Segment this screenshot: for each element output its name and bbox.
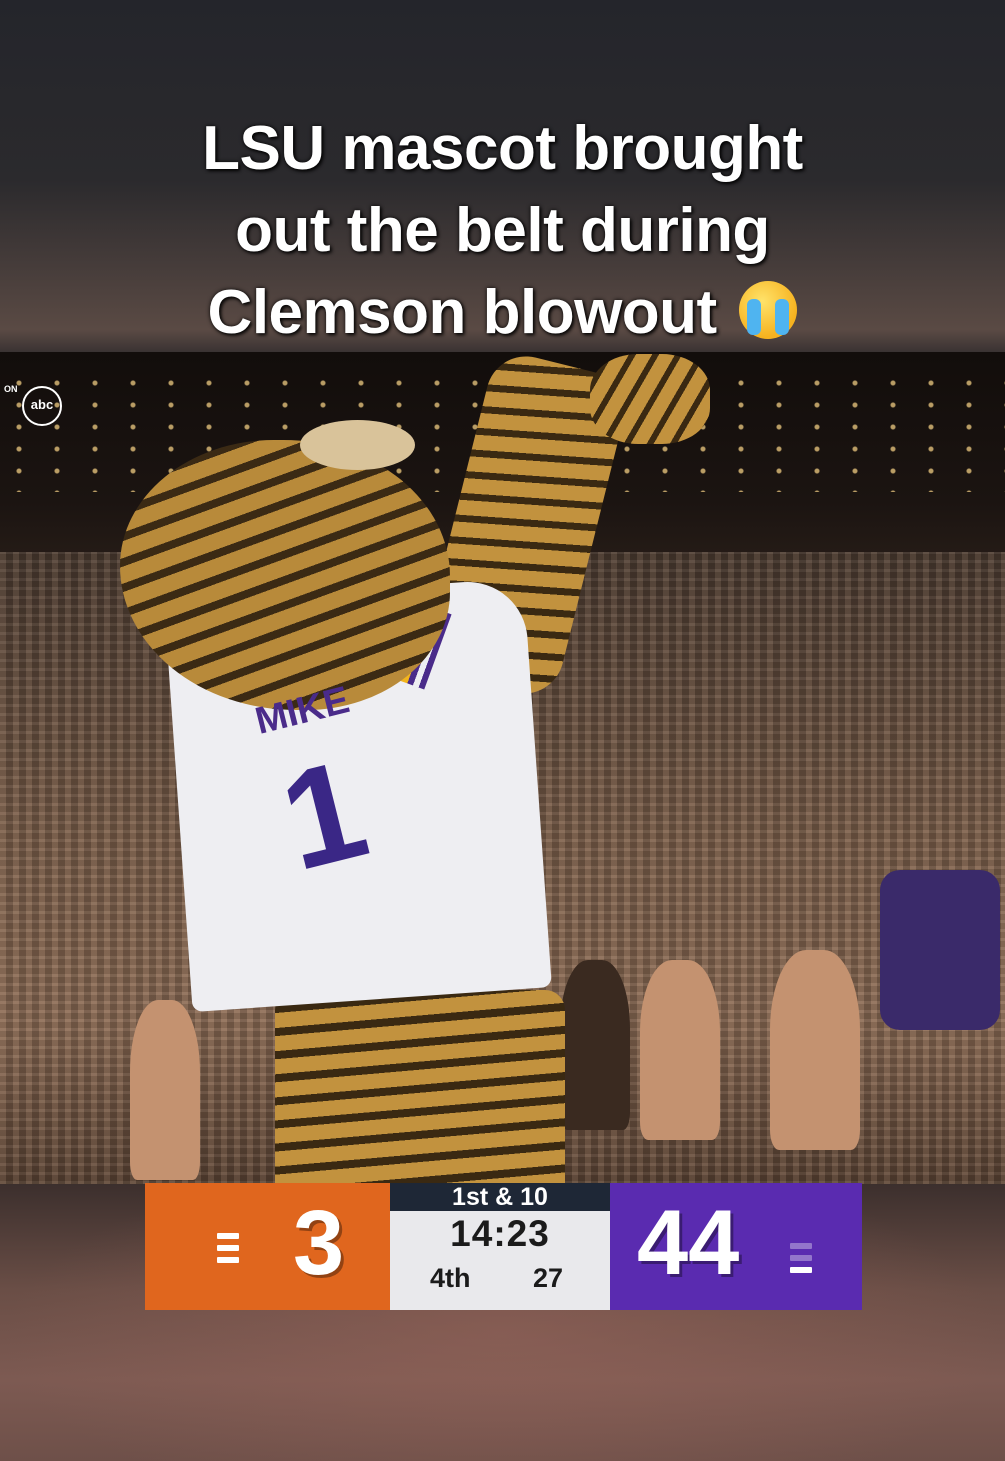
mascot-legs — [275, 990, 565, 1184]
abc-logo-icon: abc — [22, 386, 62, 426]
down-distance: 1st & 10 — [390, 1183, 610, 1211]
game-clock: 14:23 — [450, 1213, 550, 1254]
fan — [560, 960, 630, 1130]
play-clock: 27 — [533, 1263, 564, 1293]
caption-line-3: Clemson blowout — [0, 272, 1005, 354]
away-score: 3 — [293, 1192, 345, 1294]
video-caption: LSU mascot brought out the belt during C… — [0, 108, 1005, 354]
network-prefix: ON — [4, 384, 18, 394]
fan-jersey — [880, 870, 1000, 1030]
scoreboard: 1st & 10 14:23 4th 27 3 44 — [145, 1183, 862, 1310]
mascot-paw — [590, 354, 710, 444]
fan — [130, 1000, 200, 1180]
fan — [640, 960, 720, 1140]
away-timeouts-icon — [217, 1233, 239, 1269]
home-score: 44 — [637, 1192, 740, 1294]
caption-line-3-text: Clemson blowout — [207, 278, 718, 347]
mascot-ear — [300, 420, 415, 470]
caption-line-2: out the belt during — [235, 196, 770, 265]
quarter: 4th — [430, 1263, 471, 1293]
away-team-panel — [145, 1183, 395, 1310]
home-timeouts-icon — [790, 1243, 812, 1279]
caption-line-1: LSU mascot brought — [202, 114, 803, 183]
fan — [770, 950, 860, 1150]
crying-face-icon — [739, 281, 798, 339]
